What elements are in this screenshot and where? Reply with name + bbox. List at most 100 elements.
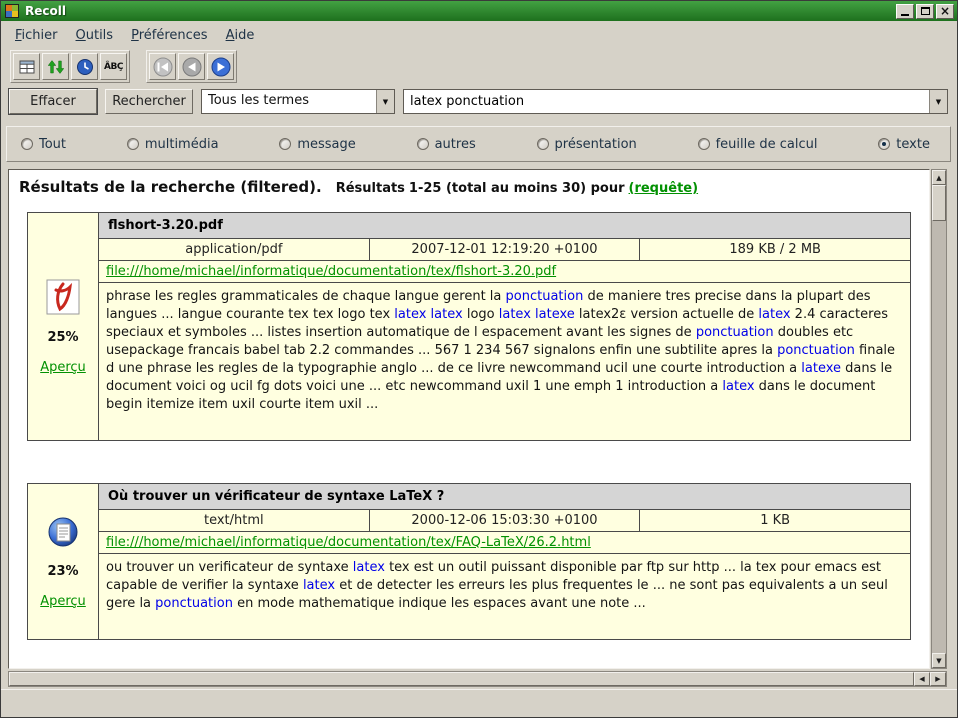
- filter-radio-presentation[interactable]: présentation: [537, 137, 637, 152]
- sort-by-date-button[interactable]: [42, 53, 69, 80]
- show-as-table-button[interactable]: [13, 53, 40, 80]
- result-snippet: phrase les regles grammaticales de chaqu…: [99, 283, 910, 440]
- search-mode-combobox[interactable]: Tous les termes ▼: [201, 89, 395, 114]
- history-clock-icon: [75, 57, 95, 77]
- close-button[interactable]: ×: [936, 4, 954, 19]
- results-title: Résultats de la recherche (filtered).: [19, 178, 322, 196]
- filter-label: texte: [896, 137, 930, 152]
- radio-button-icon: [127, 138, 139, 150]
- toolbar-group-navigation: [146, 50, 237, 83]
- maximize-icon: [921, 7, 930, 15]
- preview-link[interactable]: Aperçu: [40, 594, 86, 609]
- filter-label: présentation: [555, 137, 637, 152]
- previous-page-icon: [181, 56, 203, 78]
- menu-item-fichier[interactable]: Fichier: [6, 24, 67, 47]
- chevron-down-icon[interactable]: ▼: [376, 90, 394, 113]
- result-size: 189 KB / 2 MB: [640, 239, 910, 260]
- result-details: flshort-3.20.pdf application/pdf 2007-12…: [99, 212, 911, 441]
- result-url-row: file:///home/michael/informatique/docume…: [99, 532, 910, 554]
- filter-radio-message[interactable]: message: [279, 137, 355, 152]
- results-list: Résultats de la recherche (filtered). Rés…: [9, 170, 929, 640]
- menu-item-preferences[interactable]: Préférences: [122, 24, 216, 47]
- filter-label: message: [297, 137, 355, 152]
- result-snippet: ou trouver un verificateur de syntaxe la…: [99, 554, 910, 639]
- filter-label: multimédia: [145, 137, 219, 152]
- search-row: Effacer Rechercher Tous les termes ▼ ▼: [9, 89, 948, 114]
- search-query-input[interactable]: [404, 90, 929, 113]
- query-combobox: ▼: [403, 89, 948, 114]
- radio-button-icon: [698, 138, 710, 150]
- scroll-left-button[interactable]: ◀: [914, 672, 930, 686]
- result-meta-row: application/pdf 2007-12-01 12:19:20 +010…: [99, 239, 910, 261]
- arrow-right-icon: ▶: [935, 675, 940, 683]
- result-url-link[interactable]: file:///home/michael/informatique/docume…: [106, 264, 556, 279]
- scroll-down-button[interactable]: ▼: [932, 653, 946, 668]
- horizontal-scrollbar[interactable]: ◀ ▶: [8, 671, 947, 687]
- recoll-window: Recoll × FichierOutilsPréférencesAide: [0, 0, 958, 718]
- radio-button-icon: [21, 138, 33, 150]
- minimize-button[interactable]: [896, 4, 914, 19]
- result-size: 1 KB: [640, 510, 910, 531]
- scroll-up-button[interactable]: ▲: [932, 170, 946, 185]
- vertical-scrollbar-trough[interactable]: [932, 221, 946, 653]
- query-history-chevron-icon[interactable]: ▼: [929, 90, 947, 113]
- clear-button[interactable]: Effacer: [9, 89, 97, 114]
- filter-radio-autres[interactable]: autres: [417, 137, 476, 152]
- menu-bar: FichierOutilsPréférencesAide: [1, 22, 957, 48]
- first-page-button[interactable]: [149, 53, 176, 80]
- toolbar: ÂBÇ: [1, 48, 957, 85]
- pdf-file-icon: [46, 279, 80, 315]
- result-date: 2007-12-01 12:19:20 +0100: [370, 239, 641, 260]
- first-page-icon: [152, 56, 174, 78]
- radio-button-icon: [417, 138, 429, 150]
- filter-radio-tout[interactable]: Tout: [21, 137, 66, 152]
- results-summary-label: Résultats: [336, 181, 405, 196]
- highlighted-term: ponctuation: [506, 289, 584, 304]
- results-range: 1-25 (total au moins 30) pour: [409, 181, 625, 196]
- filter-radio-texte[interactable]: texte: [878, 137, 930, 152]
- filter-label: Tout: [39, 137, 66, 152]
- relevance-percent: 23%: [47, 564, 78, 579]
- highlighted-term: ponctuation: [155, 596, 233, 611]
- previous-page-button[interactable]: [178, 53, 205, 80]
- vertical-scrollbar-thumb[interactable]: [932, 185, 946, 221]
- app-icon: [5, 4, 19, 18]
- result-url-link[interactable]: file:///home/michael/informatique/docume…: [106, 535, 591, 550]
- result-side-panel: 23% Aperçu: [27, 483, 99, 640]
- radio-button-icon: [537, 138, 549, 150]
- horizontal-scrollbar-thumb[interactable]: [9, 672, 914, 686]
- maximize-button[interactable]: [916, 4, 934, 19]
- menu-item-outils[interactable]: Outils: [67, 24, 123, 47]
- next-page-button[interactable]: [207, 53, 234, 80]
- table-icon: [17, 57, 37, 77]
- result-url-row: file:///home/michael/informatique/docume…: [99, 261, 910, 283]
- term-explorer-button[interactable]: ÂBÇ: [100, 53, 127, 80]
- highlighted-term: ponctuation: [696, 325, 774, 340]
- result-details: Où trouver un vérificateur de syntaxe La…: [99, 483, 911, 640]
- highlighted-term: latex: [353, 560, 385, 575]
- spellcheck-abc-icon: ÂBÇ: [104, 62, 123, 72]
- close-icon: ×: [940, 5, 950, 17]
- highlighted-term: latex latex: [394, 307, 462, 322]
- preview-link[interactable]: Aperçu: [40, 360, 86, 375]
- scroll-right-button[interactable]: ▶: [930, 672, 946, 686]
- toolbar-group-tools: ÂBÇ: [10, 50, 130, 83]
- result-date: 2000-12-06 15:03:30 +0100: [370, 510, 641, 531]
- filter-bar: Tout multimédia message autres présentation f…: [6, 126, 951, 162]
- query-details-link[interactable]: (requête): [629, 181, 699, 196]
- results-pane: Résultats de la recherche (filtered). Rés…: [8, 169, 930, 669]
- filter-radio-multimedia[interactable]: multimédia: [127, 137, 219, 152]
- minimize-icon: [901, 14, 909, 16]
- window-title: Recoll: [25, 4, 894, 18]
- search-mode-value: Tous les termes: [202, 90, 376, 113]
- result-title: flshort-3.20.pdf: [99, 213, 910, 239]
- document-history-button[interactable]: [71, 53, 98, 80]
- highlighted-term: latex: [722, 379, 754, 394]
- vertical-scrollbar[interactable]: ▲ ▼: [931, 169, 947, 669]
- filter-radio-feuille-de-calcul[interactable]: feuille de calcul: [698, 137, 818, 152]
- menu-item-aide[interactable]: Aide: [217, 24, 264, 47]
- search-button[interactable]: Rechercher: [105, 89, 193, 114]
- result-mime-type: application/pdf: [99, 239, 370, 260]
- result-mime-type: text/html: [99, 510, 370, 531]
- sort-arrows-icon: [46, 57, 66, 77]
